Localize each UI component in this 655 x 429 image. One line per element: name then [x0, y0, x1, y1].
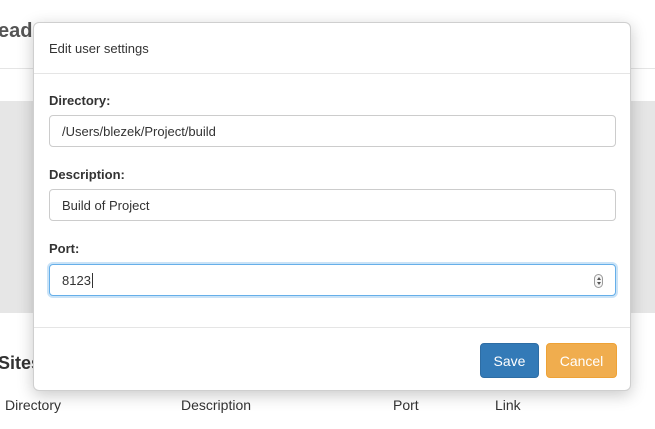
spinner-up-icon[interactable]	[596, 277, 601, 280]
page-heading: ead	[0, 20, 33, 42]
spinner-down-icon[interactable]	[596, 282, 601, 285]
footer-divider	[34, 327, 630, 328]
description-label: Description:	[49, 167, 125, 182]
text-caret	[91, 272, 93, 288]
directory-input[interactable]: /Users/blezek/Project/build	[49, 115, 616, 147]
description-input[interactable]: Build of Project	[49, 189, 616, 221]
column-header-description: Description	[181, 397, 252, 413]
save-button[interactable]: Save	[480, 343, 539, 378]
description-value: Build of Project	[62, 197, 150, 213]
directory-label: Directory:	[49, 93, 111, 108]
port-input[interactable]: 8123	[49, 264, 616, 296]
column-header-directory: Directory	[5, 397, 62, 413]
column-header-port: Port	[393, 397, 419, 413]
directory-value: /Users/blezek/Project/build	[62, 123, 216, 139]
cancel-button[interactable]: Cancel	[546, 343, 617, 378]
edit-user-settings-dialog: Edit user settings Directory: /Users/ble…	[33, 22, 631, 391]
modal-title: Edit user settings	[34, 23, 630, 74]
column-header-link: Link	[495, 397, 521, 413]
port-label: Port:	[49, 241, 80, 256]
port-value: 8123	[62, 272, 91, 288]
number-spinner-icon[interactable]	[594, 274, 603, 288]
